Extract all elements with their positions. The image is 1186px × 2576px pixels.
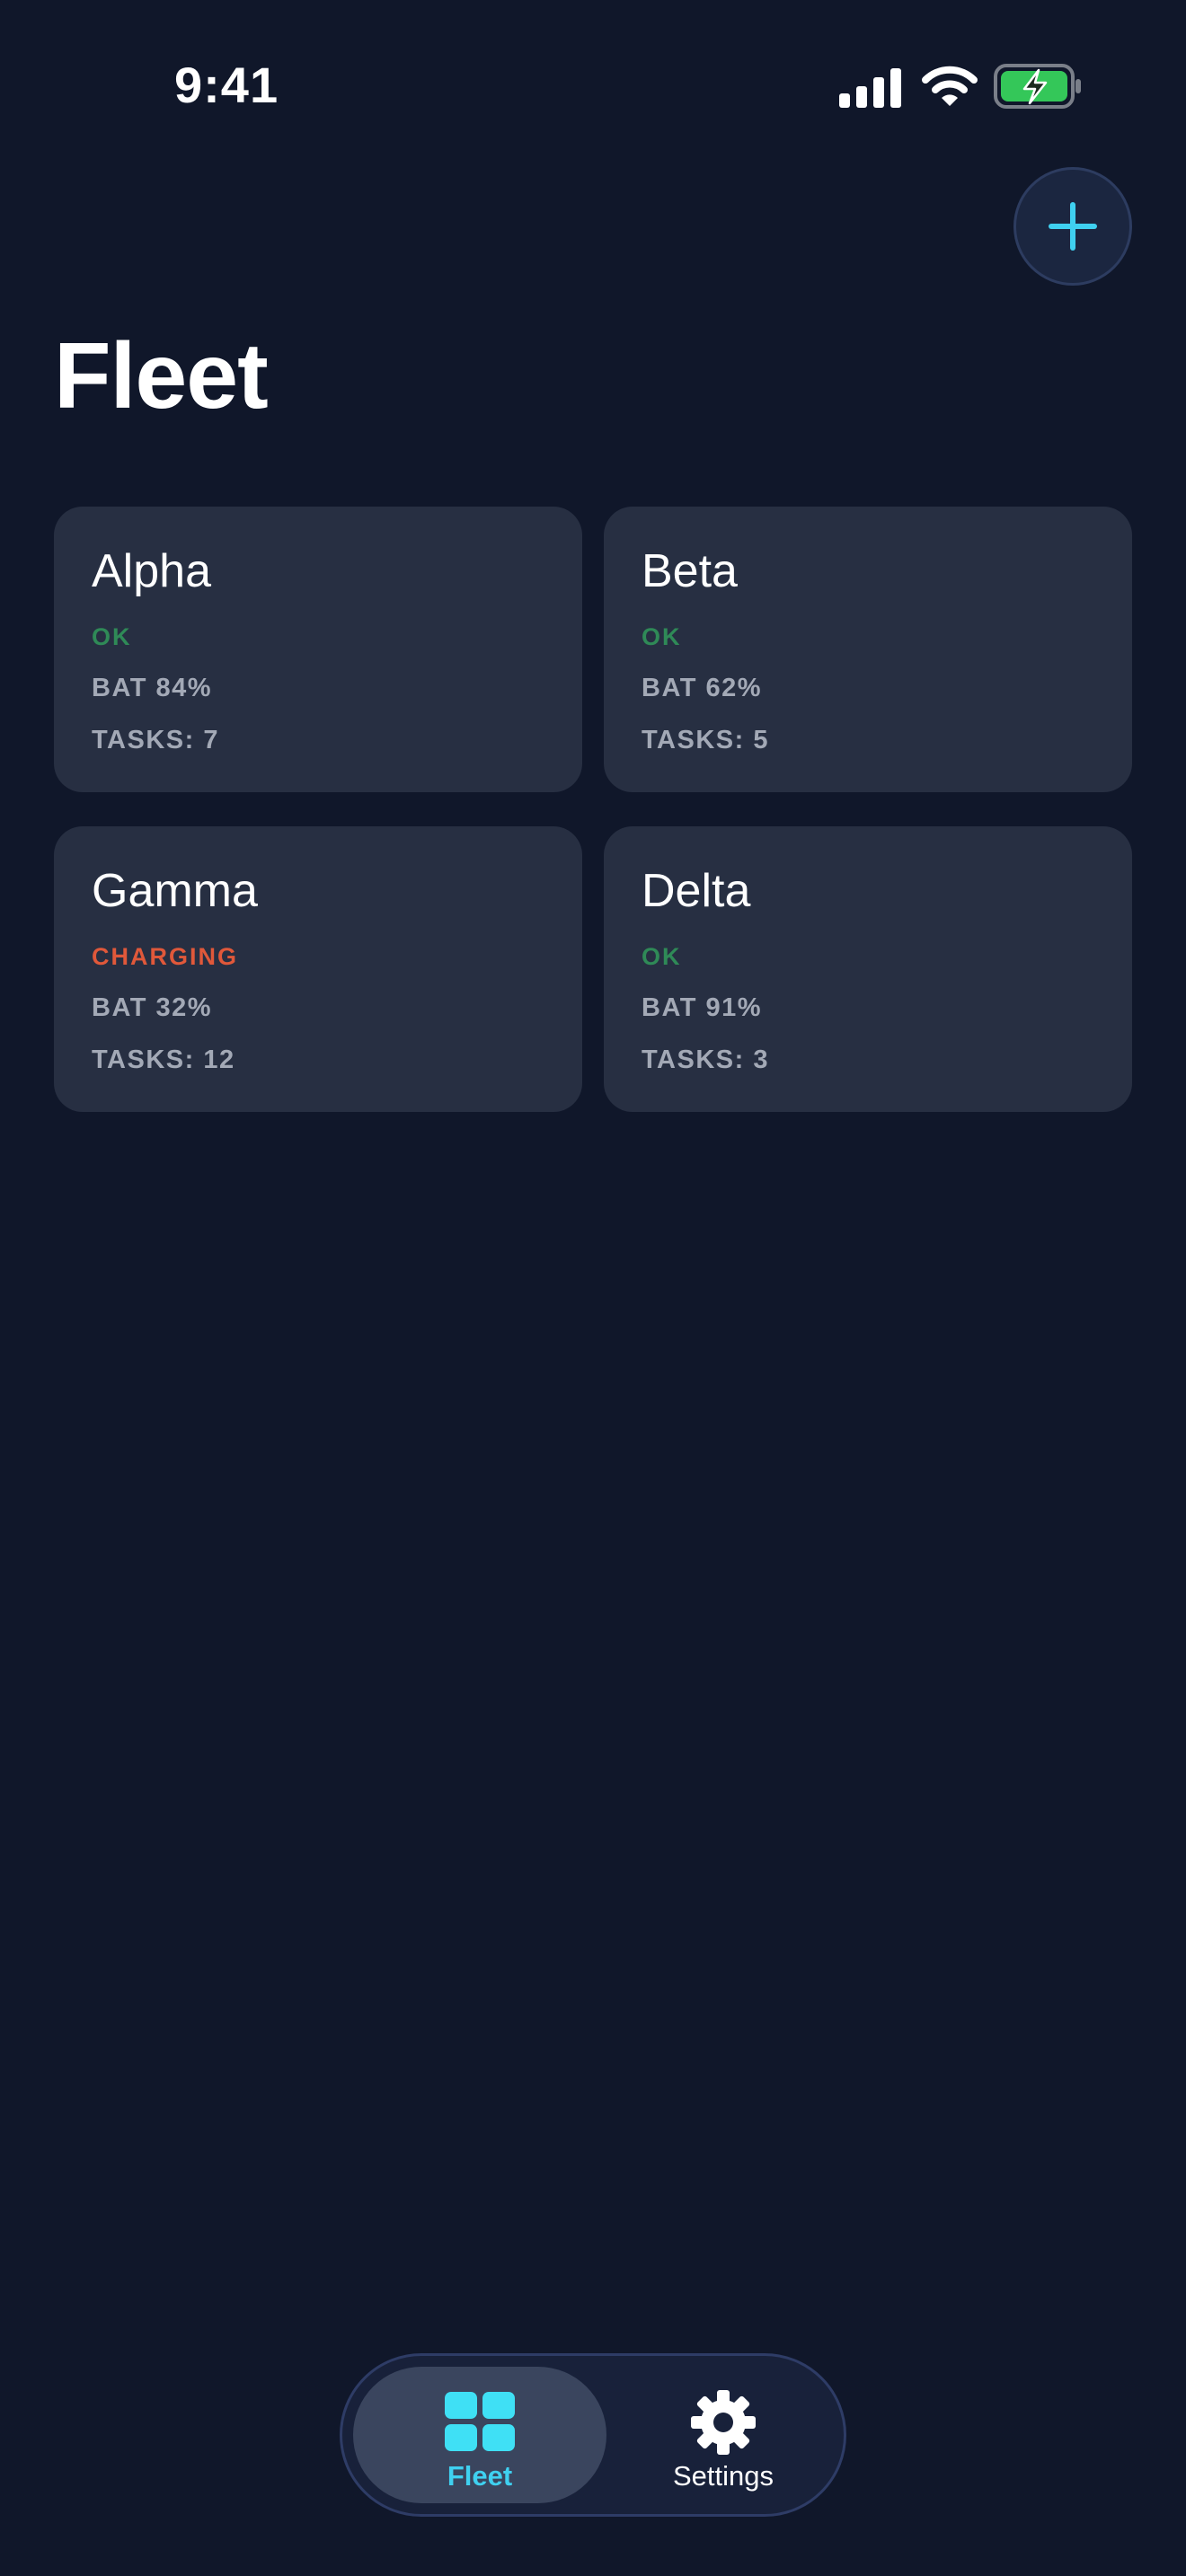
robot-name: Beta: [642, 545, 738, 597]
tab-settings[interactable]: Settings: [612, 2367, 835, 2503]
robot-status: OK: [642, 623, 682, 650]
robot-tasks: TASKS: 5: [642, 726, 769, 754]
robot-name: Gamma: [92, 865, 258, 917]
robot-card[interactable]: Alpha OK BAT 84% TASKS: 7: [54, 507, 582, 792]
robot-card[interactable]: Delta OK BAT 91% TASKS: 3: [604, 826, 1132, 1112]
tab-fleet[interactable]: Fleet: [353, 2367, 606, 2503]
plus-icon: [1049, 202, 1097, 251]
robot-name: Delta: [642, 865, 751, 917]
robot-status: OK: [642, 943, 682, 970]
cellular-signal-icon: [839, 68, 901, 108]
fleet-screen: 9:41 Fleet Alpha OK BAT 84% TASKS: 7 Bet…: [0, 0, 1186, 2576]
robot-card[interactable]: Gamma CHARGING BAT 32% TASKS: 12: [54, 826, 582, 1112]
robot-card[interactable]: Beta OK BAT 62% TASKS: 5: [604, 507, 1132, 792]
status-time: 9:41: [174, 57, 279, 113]
tab-bar: Fleet Settings: [340, 2353, 846, 2517]
robot-tasks: TASKS: 3: [642, 1045, 769, 1074]
robot-status: OK: [92, 623, 132, 650]
battery-charging-icon: [994, 64, 1081, 109]
grid-icon: [445, 2392, 515, 2451]
robot-battery: BAT 62%: [642, 674, 763, 702]
robot-battery: BAT 84%: [92, 674, 213, 702]
robot-tasks: TASKS: 12: [92, 1045, 235, 1074]
robot-tasks: TASKS: 7: [92, 726, 219, 754]
robot-status: CHARGING: [92, 943, 238, 970]
tab-settings-label: Settings: [672, 2460, 774, 2492]
wifi-icon: [922, 66, 978, 106]
page-title: Fleet: [54, 324, 269, 428]
gear-icon: [691, 2390, 756, 2455]
add-robot-button[interactable]: [1013, 167, 1132, 286]
robot-battery: BAT 91%: [642, 993, 763, 1022]
robot-battery: BAT 32%: [92, 993, 213, 1022]
robot-name: Alpha: [92, 545, 211, 597]
tab-fleet-label: Fleet: [447, 2460, 513, 2492]
